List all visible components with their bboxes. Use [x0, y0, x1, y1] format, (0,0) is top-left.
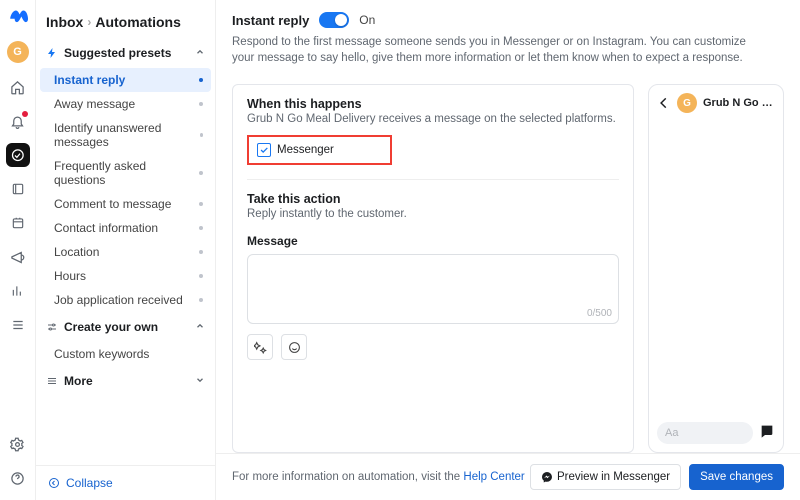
chevron-up-icon [195, 320, 205, 334]
nav-ads[interactable] [6, 245, 30, 269]
personalize-button[interactable] [247, 334, 273, 360]
nav-posts[interactable] [6, 177, 30, 201]
emoji-button[interactable] [281, 334, 307, 360]
nav-help[interactable] [6, 466, 30, 490]
platform-messenger-row[interactable]: Messenger [247, 135, 392, 165]
preset-list: Instant reply Away message Identify unan… [36, 66, 215, 314]
preset-location[interactable]: Location [40, 240, 211, 264]
main-area: Instant reply On Respond to the first me… [216, 0, 800, 500]
instant-reply-toggle[interactable] [319, 12, 349, 28]
section-create-your-own[interactable]: Create your own [36, 314, 215, 340]
preset-away-message[interactable]: Away message [40, 92, 211, 116]
chevron-right-icon: › [87, 15, 91, 29]
footer: For more information on automation, visi… [216, 453, 800, 500]
message-label: Message [247, 234, 619, 248]
nav-calendar[interactable] [6, 211, 30, 235]
preset-identify-unanswered[interactable]: Identify unanswered messages [40, 116, 211, 154]
sliders-icon [46, 321, 58, 333]
messenger-preview: G Grub N Go M… Aa [648, 84, 784, 453]
preview-send-icon [759, 423, 775, 444]
breadcrumb-current: Automations [95, 14, 181, 30]
preview-avatar: G [677, 93, 697, 113]
section-more[interactable]: More [36, 368, 215, 394]
meta-logo [8, 6, 28, 31]
nav-more[interactable] [6, 313, 30, 337]
preset-custom-keywords[interactable]: Custom keywords [40, 342, 211, 366]
action-subtitle: Reply instantly to the customer. [247, 208, 619, 220]
action-title: Take this action [247, 192, 619, 206]
preview-input-field: Aa [657, 422, 753, 444]
section-suggested-presets[interactable]: Suggested presets [36, 40, 215, 66]
nav-home[interactable] [6, 75, 30, 99]
save-changes-button[interactable]: Save changes [689, 464, 784, 490]
preset-job-application[interactable]: Job application received [40, 288, 211, 312]
side-panel: Inbox › Automations Suggested presets In… [36, 0, 216, 500]
automation-config-card: When this happens Grub N Go Meal Deliver… [232, 84, 634, 453]
preview-back-icon[interactable] [657, 96, 671, 110]
message-textarea[interactable]: 0/500 [247, 254, 619, 324]
bolt-icon [46, 47, 58, 59]
nav-notifications[interactable] [6, 109, 30, 133]
chevron-down-icon [195, 374, 205, 388]
preset-hours[interactable]: Hours [40, 264, 211, 288]
footer-info-text: For more information on automation, visi… [232, 471, 463, 483]
preset-faq[interactable]: Frequently asked questions [40, 154, 211, 192]
breadcrumb-parent[interactable]: Inbox [46, 14, 83, 30]
menu-icon [46, 375, 58, 387]
breadcrumb: Inbox › Automations [36, 0, 215, 40]
nav-settings[interactable] [6, 432, 30, 456]
when-subtitle: Grub N Go Meal Delivery receives a messa… [247, 113, 619, 125]
help-center-link[interactable]: Help Center [463, 471, 524, 483]
toggle-state-label: On [359, 13, 375, 27]
left-rail: G [0, 0, 36, 500]
page-description: Respond to the first message someone sen… [232, 34, 752, 66]
preset-comment-to-message[interactable]: Comment to message [40, 192, 211, 216]
preset-contact-information[interactable]: Contact information [40, 216, 211, 240]
preview-in-messenger-button[interactable]: Preview in Messenger [530, 464, 681, 490]
platform-label: Messenger [277, 144, 334, 156]
preview-name: Grub N Go M… [703, 97, 775, 109]
messenger-checkbox[interactable] [257, 143, 271, 157]
account-avatar[interactable]: G [7, 41, 29, 63]
chevron-up-icon [195, 46, 205, 60]
collapse-button[interactable]: Collapse [36, 465, 215, 500]
page-title: Instant reply [232, 13, 309, 28]
message-char-counter: 0/500 [587, 308, 612, 319]
when-title: When this happens [247, 97, 619, 111]
preset-instant-reply[interactable]: Instant reply [40, 68, 211, 92]
nav-inbox[interactable] [6, 143, 30, 167]
nav-insights[interactable] [6, 279, 30, 303]
